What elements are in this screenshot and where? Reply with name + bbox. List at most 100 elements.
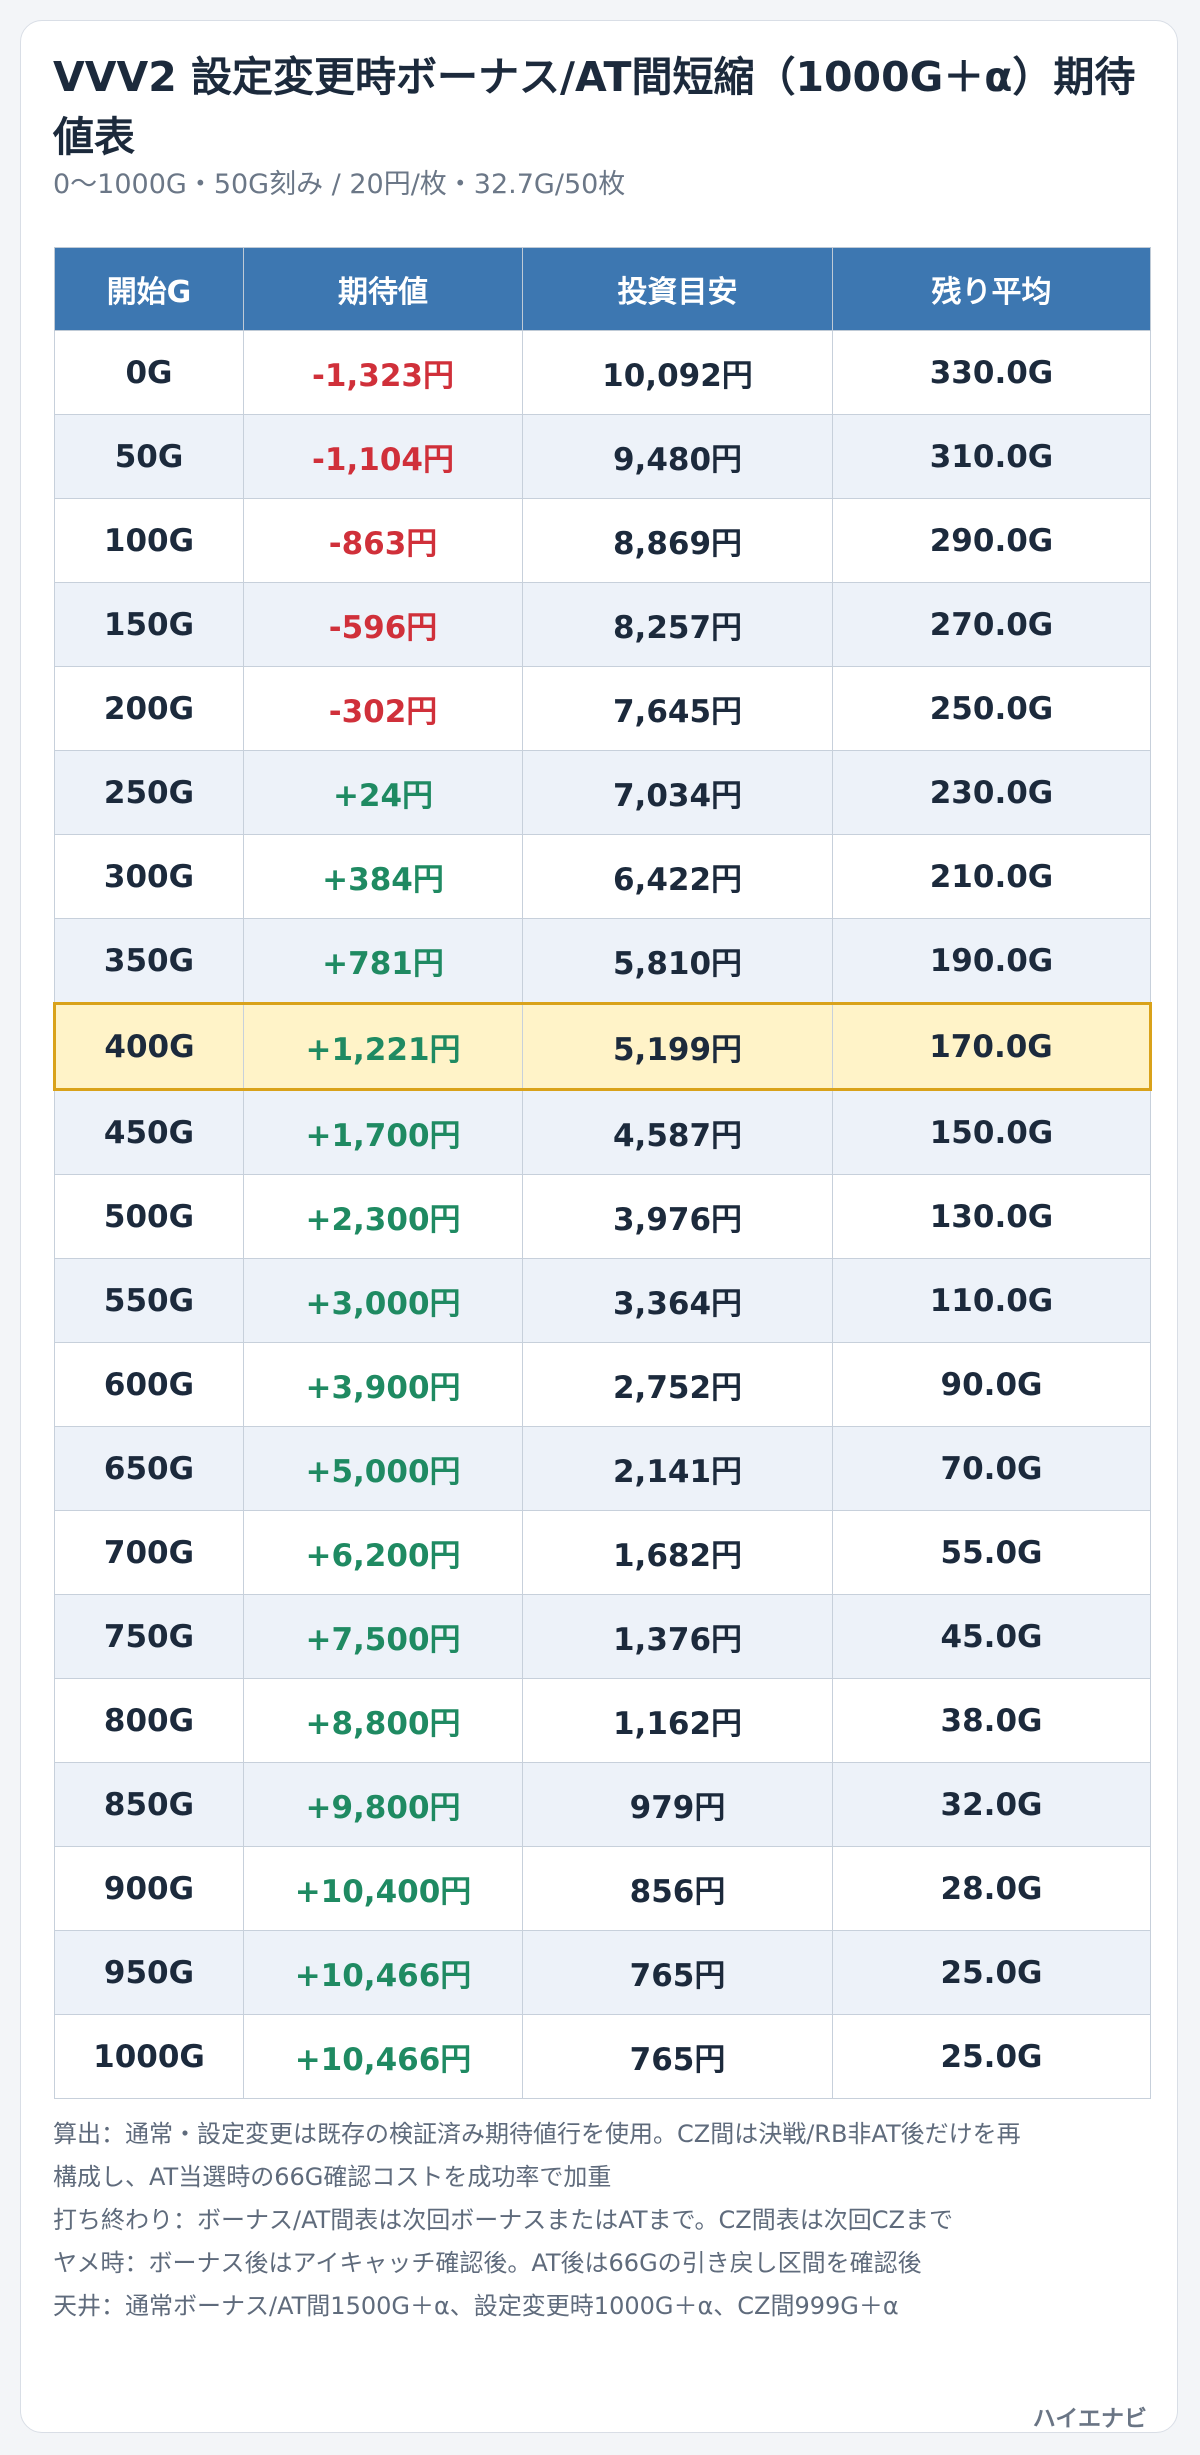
cell-remaining-average: 130.0G <box>832 1174 1151 1259</box>
note-line: 打ち終わり：ボーナス/AT間表は次回ボーナスまたはATまで。CZ間表は次回CZま… <box>53 2206 953 2234</box>
cell-start-game: 150G <box>54 582 244 667</box>
cell-expected-value: -302円 <box>243 666 523 751</box>
note-line: 天井：通常ボーナス/AT間1500G＋α、設定変更時1000G＋α、CZ間999… <box>53 2292 899 2320</box>
table-row: 1000G +10,466円 765円 25.0G <box>54 2014 1151 2099</box>
note-line: ヤメ時：ボーナス後はアイキャッチ確認後。AT後は66Gの引き戻し区間を確認後 <box>53 2249 922 2277</box>
cell-investment: 5,199円 <box>522 1002 833 1091</box>
table-row: 400G +1,221円 5,199円 170.0G <box>53 1002 1152 1091</box>
header-start-game: 開始G <box>54 247 244 331</box>
table-row: 700G +6,200円 1,682円 55.0G <box>54 1510 1151 1595</box>
note-line: 算出：通常・設定変更は既存の検証済み期待値行を使用。CZ間は決戦/RB非AT後だ… <box>53 2120 1021 2148</box>
table-row: 900G +10,400円 856円 28.0G <box>54 1846 1151 1931</box>
cell-remaining-average: 55.0G <box>832 1510 1151 1595</box>
cell-remaining-average: 110.0G <box>832 1258 1151 1343</box>
cell-investment: 7,645円 <box>522 666 833 751</box>
cell-investment: 7,034円 <box>522 750 833 835</box>
table-row: 650G +5,000円 2,141円 70.0G <box>54 1426 1151 1511</box>
header-investment: 投資目安 <box>522 247 833 331</box>
cell-expected-value: -863円 <box>243 498 523 583</box>
cell-start-game: 350G <box>54 918 244 1004</box>
brand-label: ハイエナビ <box>1032 2406 1147 2432</box>
page-subtitle: 0〜1000G・50G刻み / 20円/枚・32.7G/50枚 <box>53 169 626 200</box>
table-row: 800G +8,800円 1,162円 38.0G <box>54 1678 1151 1763</box>
cell-expected-value: +7,500円 <box>243 1594 523 1679</box>
cell-investment: 1,376円 <box>522 1594 833 1679</box>
cell-remaining-average: 25.0G <box>832 2014 1151 2099</box>
table-row: 550G +3,000円 3,364円 110.0G <box>54 1258 1151 1343</box>
cell-investment: 856円 <box>522 1846 833 1931</box>
cell-investment: 3,976円 <box>522 1174 833 1259</box>
cell-start-game: 700G <box>54 1510 244 1595</box>
table-row: 500G +2,300円 3,976円 130.0G <box>54 1174 1151 1259</box>
cell-expected-value: +3,000円 <box>243 1258 523 1343</box>
cell-remaining-average: 90.0G <box>832 1342 1151 1427</box>
table-body: 0G -1,323円 10,092円 330.0G 50G -1,104円 9,480円 31… <box>53 330 1152 2099</box>
cell-start-game: 500G <box>54 1174 244 1259</box>
cell-start-game: 600G <box>54 1342 244 1427</box>
cell-investment: 4,587円 <box>522 1089 833 1175</box>
cell-investment: 6,422円 <box>522 834 833 919</box>
cell-investment: 10,092円 <box>522 330 833 415</box>
table-row: 600G +3,900円 2,752円 90.0G <box>54 1342 1151 1427</box>
table-row: 0G -1,323円 10,092円 330.0G <box>54 330 1151 415</box>
cell-start-game: 800G <box>54 1678 244 1763</box>
cell-investment: 2,752円 <box>522 1342 833 1427</box>
cell-remaining-average: 70.0G <box>832 1426 1151 1511</box>
cell-expected-value: +781円 <box>243 918 523 1004</box>
table-row: 200G -302円 7,645円 250.0G <box>54 666 1151 751</box>
cell-remaining-average: 25.0G <box>832 1930 1151 2015</box>
cell-start-game: 300G <box>54 834 244 919</box>
cell-investment: 765円 <box>522 1930 833 2015</box>
cell-remaining-average: 150.0G <box>832 1089 1151 1175</box>
cell-remaining-average: 38.0G <box>832 1678 1151 1763</box>
note-line: 構成し、AT当選時の66G確認コストを成功率で加重 <box>53 2163 612 2191</box>
table-row: 100G -863円 8,869円 290.0G <box>54 498 1151 583</box>
cell-start-game: 100G <box>54 498 244 583</box>
cell-investment: 9,480円 <box>522 414 833 499</box>
cell-investment: 5,810円 <box>522 918 833 1004</box>
cell-start-game: 250G <box>54 750 244 835</box>
cell-remaining-average: 45.0G <box>832 1594 1151 1679</box>
cell-remaining-average: 230.0G <box>832 750 1151 835</box>
cell-start-game: 200G <box>54 666 244 751</box>
cell-expected-value: +2,300円 <box>243 1174 523 1259</box>
cell-expected-value: +8,800円 <box>243 1678 523 1763</box>
cell-investment: 3,364円 <box>522 1258 833 1343</box>
header-remaining-average: 残り平均 <box>832 247 1151 331</box>
cell-remaining-average: 210.0G <box>832 834 1151 919</box>
cell-start-game: 450G <box>54 1089 244 1175</box>
cell-expected-value: +10,466円 <box>243 2014 523 2099</box>
cell-start-game: 400G <box>53 1002 244 1091</box>
cell-expected-value: -596円 <box>243 582 523 667</box>
cell-expected-value: +9,800円 <box>243 1762 523 1847</box>
cell-expected-value: +10,400円 <box>243 1846 523 1931</box>
cell-expected-value: +6,200円 <box>243 1510 523 1595</box>
cell-investment: 2,141円 <box>522 1426 833 1511</box>
cell-investment: 765円 <box>522 2014 833 2099</box>
cell-start-game: 900G <box>54 1846 244 1931</box>
table-row: 950G +10,466円 765円 25.0G <box>54 1930 1151 2015</box>
table-row: 750G +7,500円 1,376円 45.0G <box>54 1594 1151 1679</box>
expected-value-table: 開始G 期待値 投資目安 残り平均 0G -1,323円 10,092円 330.0G… <box>53 247 1152 2099</box>
table-row: 300G +384円 6,422円 210.0G <box>54 834 1151 919</box>
cell-expected-value: +24円 <box>243 750 523 835</box>
header-expected-value: 期待値 <box>243 247 523 331</box>
cell-expected-value: -1,104円 <box>243 414 523 499</box>
page-title: VVV2 設定変更時ボーナス/AT間短縮（1000G＋α）期待値表 <box>53 53 1136 161</box>
cell-expected-value: +10,466円 <box>243 1930 523 2015</box>
cell-expected-value: +5,000円 <box>243 1426 523 1511</box>
table-row: 450G +1,700円 4,587円 150.0G <box>54 1089 1151 1175</box>
cell-remaining-average: 330.0G <box>832 330 1151 415</box>
content-card: VVV2 設定変更時ボーナス/AT間短縮（1000G＋α）期待値表 0〜1000… <box>20 20 1178 2433</box>
cell-start-game: 950G <box>54 1930 244 2015</box>
cell-expected-value: +1,700円 <box>243 1089 523 1175</box>
cell-start-game: 1000G <box>54 2014 244 2099</box>
cell-remaining-average: 290.0G <box>832 498 1151 583</box>
cell-start-game: 750G <box>54 1594 244 1679</box>
cell-remaining-average: 28.0G <box>832 1846 1151 1931</box>
cell-start-game: 50G <box>54 414 244 499</box>
cell-investment: 1,682円 <box>522 1510 833 1595</box>
cell-remaining-average: 250.0G <box>832 666 1151 751</box>
table-row: 50G -1,104円 9,480円 310.0G <box>54 414 1151 499</box>
cell-remaining-average: 32.0G <box>832 1762 1151 1847</box>
